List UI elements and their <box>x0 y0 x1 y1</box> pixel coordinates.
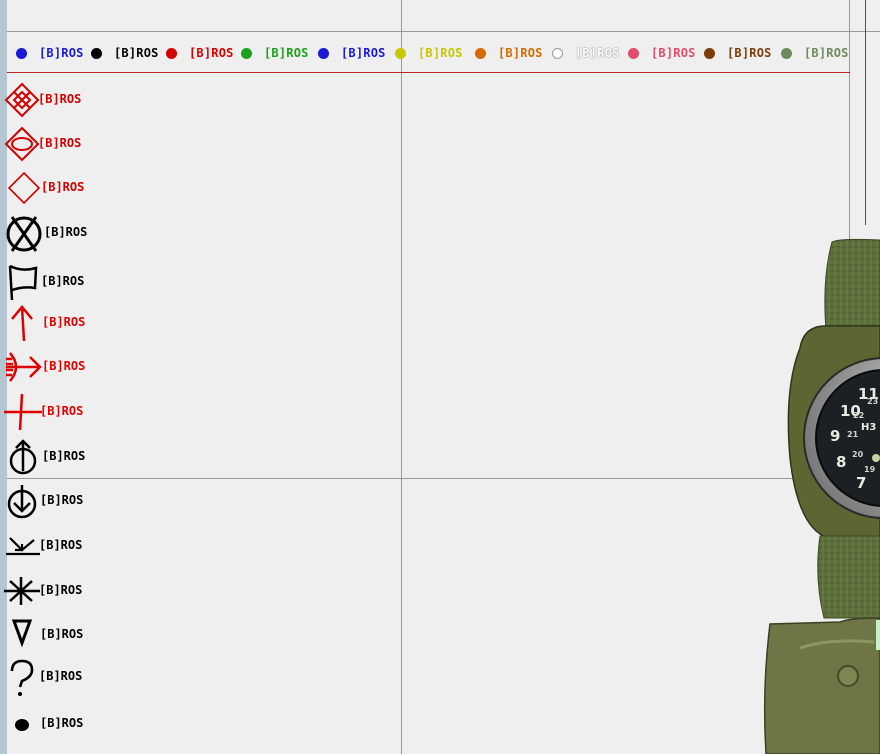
marker-item[interactable]: [B]ROS <box>0 571 120 611</box>
marker-item[interactable]: [B]ROS <box>0 213 120 253</box>
marker-label: [B]ROS <box>40 404 84 418</box>
pickup-icon <box>9 439 37 475</box>
map-grid-line-mid <box>7 478 880 479</box>
map-grid-line-vertical <box>401 0 402 754</box>
color-dot-icon <box>318 47 329 59</box>
color-dot-icon <box>395 47 406 59</box>
marker-item[interactable]: [B]ROS <box>0 704 120 744</box>
marker-item[interactable]: [B]ROS <box>0 303 120 343</box>
marker-label: [B]ROS <box>39 583 83 597</box>
marker-label: [B]ROS <box>38 136 82 150</box>
color-dot-icon <box>781 47 792 59</box>
color-dot-icon <box>241 47 252 59</box>
objective-diamond-oval-icon <box>4 126 40 162</box>
dropoff-icon <box>7 485 37 519</box>
color-dot-icon <box>552 47 563 59</box>
marker-item[interactable]: [B]ROS <box>0 80 120 120</box>
dial-small-number: 21 <box>847 430 859 439</box>
dial-small-number: 22 <box>853 411 864 420</box>
legend-item-red[interactable]: [B]ROS <box>166 41 234 65</box>
dial-small-number: 23 <box>867 397 878 406</box>
starburst-icon <box>4 577 40 605</box>
marker-item[interactable]: [B]ROS <box>0 657 120 697</box>
legend-label: [B]ROS <box>39 46 84 60</box>
marker-label: [B]ROS <box>40 493 84 507</box>
marker-label: [B]ROS <box>41 180 85 194</box>
marker-label: [B]ROS <box>39 538 83 552</box>
marker-label: [B]ROS <box>38 92 82 106</box>
map-grid-line-top <box>7 31 880 32</box>
color-dot-icon <box>628 47 639 59</box>
legend-item-black[interactable]: [B]ROS <box>91 41 159 65</box>
legend-label: [B]ROS <box>727 46 772 60</box>
dot-icon <box>15 719 29 731</box>
legend-item-khaki[interactable]: [B]ROS <box>781 41 849 65</box>
dial-number: 9 <box>830 427 840 445</box>
color-dot-icon <box>475 47 486 59</box>
dial-small-number: 19 <box>864 465 876 474</box>
marker-item[interactable]: [B]ROS <box>0 392 120 432</box>
legend-label: [B]ROS <box>114 46 159 60</box>
watch-brand: H3 <box>861 422 876 433</box>
warning-triangle-icon <box>11 619 33 648</box>
color-dot-icon <box>91 47 102 59</box>
marker-item[interactable]: [B]ROS <box>0 124 120 164</box>
dial-number: 8 <box>836 453 846 471</box>
marker-item[interactable]: [B]ROS <box>0 481 120 521</box>
dial-small-number: 20 <box>852 450 864 459</box>
marker-item[interactable]: [B]ROS <box>0 437 120 477</box>
dial-number: 7 <box>856 474 866 492</box>
marker-label: [B]ROS <box>41 274 85 288</box>
wristwatch-graphic: 11 10 9 8 7 23 22 21 20 19 H3 <box>763 238 880 754</box>
legend-label: [B]ROS <box>189 46 234 60</box>
wristwatch[interactable]: 11 10 9 8 7 23 22 21 20 19 H3 <box>760 238 880 754</box>
legend-label: [B]ROS <box>575 46 620 60</box>
marker-label: [B]ROS <box>42 315 86 329</box>
legend-label: [B]ROS <box>804 46 849 60</box>
marker-item[interactable]: [B]ROS <box>0 347 120 387</box>
legend-item-orange[interactable]: [B]ROS <box>475 41 543 65</box>
legend-label: [B]ROS <box>498 46 543 60</box>
diamond-icon <box>7 171 41 205</box>
arrow-up-icon <box>11 305 33 342</box>
question-mark-icon <box>10 659 34 696</box>
marker-label: [B]ROS <box>40 716 84 730</box>
map-red-line-vertical <box>865 0 866 225</box>
watch-hand-pivot <box>872 454 880 462</box>
join-arrow-icon <box>6 537 40 556</box>
marker-label: [B]ROS <box>39 669 83 683</box>
marker-item[interactable]: [B]ROS <box>0 615 120 655</box>
marker-label: [B]ROS <box>42 449 86 463</box>
color-dot-icon <box>16 47 27 59</box>
legend-label: [B]ROS <box>651 46 696 60</box>
legend-item-yellow[interactable]: [B]ROS <box>395 41 463 65</box>
legend-item-brown[interactable]: [B]ROS <box>704 41 772 65</box>
color-legend: [B]ROS [B]ROS [B]ROS [B]ROS [B]ROS [B]RO… <box>0 41 860 65</box>
legend-item-white[interactable]: [B]ROS <box>552 41 620 65</box>
marker-label: [B]ROS <box>42 359 86 373</box>
marker-item[interactable]: [B]ROS <box>0 168 120 208</box>
map-red-line-horizontal <box>7 72 850 73</box>
objective-diamond-cross-icon <box>4 82 40 118</box>
legend-item-green[interactable]: [B]ROS <box>241 41 309 65</box>
flag-icon <box>8 264 38 301</box>
legend-label: [B]ROS <box>341 46 386 60</box>
destroy-circle-x-icon <box>6 216 42 252</box>
legend-item-blue-2[interactable]: [B]ROS <box>318 41 386 65</box>
legend-label: [B]ROS <box>418 46 463 60</box>
legend-label: [B]ROS <box>264 46 309 60</box>
marker-label: [B]ROS <box>40 627 84 641</box>
cross-hair-icon <box>4 393 42 431</box>
marker-label: [B]ROS <box>44 225 88 239</box>
legend-item-pink[interactable]: [B]ROS <box>628 41 696 65</box>
marker-item[interactable]: [B]ROS <box>0 262 120 302</box>
color-dot-icon <box>166 47 177 59</box>
marker-item[interactable]: [B]ROS <box>0 526 120 566</box>
color-dot-icon <box>704 47 715 59</box>
legend-item-blue[interactable]: [B]ROS <box>16 41 84 65</box>
ambush-arrow-icon <box>6 352 42 382</box>
